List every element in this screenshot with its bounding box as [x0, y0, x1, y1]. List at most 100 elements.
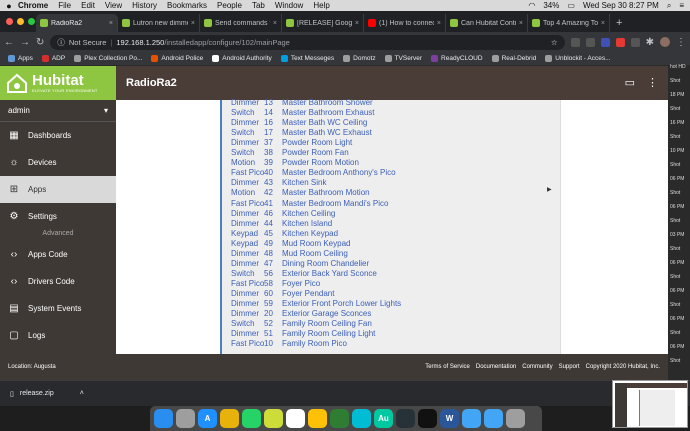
extension-icon[interactable]: [570, 37, 580, 47]
browser-tab[interactable]: Can Hubitat Contro ×: [446, 14, 528, 32]
chrome-icon[interactable]: [220, 409, 239, 428]
device-row[interactable]: Dimmer 37 Powder Room Light: [231, 138, 352, 148]
nav-item-apps-code[interactable]: ‹› Apps Code: [0, 241, 116, 268]
nav-item-dashboards[interactable]: ▦ Dashboards: [0, 122, 116, 149]
device-row[interactable]: Fast Pico 58 Foyer Pico: [231, 279, 320, 289]
menu-tab[interactable]: Tab: [252, 1, 265, 10]
bookmark-item[interactable]: Unblockit - Acces...: [545, 55, 611, 62]
device-row[interactable]: Switch 52 Family Room Ceiling Fan: [231, 319, 372, 329]
device-row[interactable]: Fast Pico 40 Master Bedroom Anthony's Pico: [231, 168, 396, 178]
folder-icon[interactable]: [484, 409, 503, 428]
forward-icon[interactable]: →: [20, 37, 30, 48]
reload-icon[interactable]: ↻: [36, 37, 44, 48]
nav-item-system-events[interactable]: ▤ System Events: [0, 295, 116, 322]
browser-tab[interactable]: (1) How to connect ×: [364, 14, 446, 32]
terminal-icon[interactable]: [418, 409, 437, 428]
star-icon[interactable]: ☆: [551, 38, 558, 47]
browser-tab[interactable]: Lutron new dimmer ×: [118, 14, 200, 32]
extension-icon[interactable]: [615, 37, 625, 47]
close-window-button[interactable]: [6, 18, 13, 25]
whatsapp-icon[interactable]: [242, 409, 261, 428]
notes-icon[interactable]: [330, 409, 349, 428]
device-row[interactable]: Dimmer 59 Exterior Front Porch Lower Light…: [231, 299, 401, 309]
menu-bookmarks[interactable]: Bookmarks: [167, 1, 207, 10]
more-vert-icon[interactable]: ⋮: [647, 76, 658, 89]
menu-edit[interactable]: Edit: [81, 1, 95, 10]
browser-tab[interactable]: [RELEASE] Google ×: [282, 14, 364, 32]
kebab-menu-icon[interactable]: ⋮: [676, 37, 686, 48]
close-tab-icon[interactable]: ×: [601, 20, 605, 27]
close-tab-icon[interactable]: ×: [273, 20, 277, 27]
bookmark-item[interactable]: ReadyCLOUD: [431, 55, 483, 62]
address-bar[interactable]: ⓘ Not Secure | 192.168.1.250/installedap…: [50, 34, 565, 50]
device-row[interactable]: Keypad 45 Kitchen Keypad: [231, 229, 338, 239]
extension-icon[interactable]: [600, 37, 610, 47]
app-icon[interactable]: [264, 409, 283, 428]
hub-selector[interactable]: admin ▾: [0, 100, 116, 122]
device-row[interactable]: Dimmer 13 Master Bathroom Shower: [231, 98, 373, 108]
close-tab-icon[interactable]: ×: [355, 20, 359, 27]
menu-help[interactable]: Help: [313, 1, 329, 10]
wifi-icon[interactable]: ◠: [528, 1, 535, 10]
search-icon[interactable]: ⌕: [667, 1, 671, 11]
device-row[interactable]: Dimmer 46 Kitchen Ceiling: [231, 209, 335, 219]
clock[interactable]: Wed Sep 30 8:27 PM: [583, 1, 659, 10]
browser-tab[interactable]: Send commands to ×: [200, 14, 282, 32]
device-row[interactable]: Switch 56 Exterior Back Yard Sconce: [231, 269, 377, 279]
menu-icon[interactable]: ≡: [679, 1, 684, 10]
bookmark-item[interactable]: ADP: [41, 55, 65, 62]
info-icon[interactable]: ⓘ: [57, 37, 65, 48]
menu-file[interactable]: File: [58, 1, 71, 10]
device-row[interactable]: Dimmer 16 Master Bath WC Ceiling: [231, 118, 367, 128]
device-row[interactable]: Switch 17 Master Bath WC Exhaust: [231, 128, 372, 138]
browser-tab[interactable]: Top 4 Amazing Too ×: [528, 14, 610, 32]
device-row[interactable]: Dimmer 43 Kitchen Sink: [231, 178, 326, 188]
puzzle-icon[interactable]: ✱: [646, 37, 654, 48]
chevron-up-icon[interactable]: ˄: [80, 390, 84, 397]
device-row[interactable]: Dimmer 51 Family Room Ceiling Light: [231, 329, 375, 339]
close-tab-icon[interactable]: ×: [519, 20, 523, 27]
device-row[interactable]: Dimmer 20 Exterior Garage Sconces: [231, 309, 371, 319]
menu-history[interactable]: History: [132, 1, 157, 10]
screenshot-thumbnail[interactable]: [612, 380, 688, 428]
extension-icon[interactable]: [630, 37, 640, 47]
bookmark-item[interactable]: Android Authority: [212, 55, 272, 62]
device-row[interactable]: Dimmer 44 Kitchen Island: [231, 219, 332, 229]
new-tab-button[interactable]: +: [610, 14, 628, 32]
caret-right-icon[interactable]: ▶: [547, 186, 552, 193]
close-tab-icon[interactable]: ×: [437, 20, 441, 27]
footer-link[interactable]: Community: [522, 364, 552, 370]
close-tab-icon[interactable]: ×: [191, 20, 195, 27]
zoom-window-button[interactable]: [28, 18, 35, 25]
tips-icon[interactable]: [308, 409, 327, 428]
device-row[interactable]: Switch 14 Master Bathroom Exhaust: [231, 108, 374, 118]
trash-icon[interactable]: [506, 409, 525, 428]
menu-view[interactable]: View: [105, 1, 122, 10]
browser-tab[interactable]: RadioRa2 ×: [36, 14, 118, 32]
folder-icon[interactable]: [462, 409, 481, 428]
close-tab-icon[interactable]: ×: [109, 20, 113, 27]
back-icon[interactable]: ←: [4, 37, 14, 48]
bookmark-item[interactable]: Real-Debrid: [491, 55, 536, 62]
profile-avatar[interactable]: [660, 37, 670, 47]
bookmark-item[interactable]: TVServer: [384, 55, 422, 62]
bookmark-item[interactable]: Plex Collection Po...: [74, 55, 142, 62]
appstore-icon[interactable]: A: [198, 409, 217, 428]
hubitat-logo[interactable]: Hubitat ELEVATE YOUR ENVIRONMENT: [0, 66, 116, 100]
menu-window[interactable]: Window: [275, 1, 303, 10]
minimize-window-button[interactable]: [17, 18, 24, 25]
extension-icon[interactable]: [585, 37, 595, 47]
calendar-icon[interactable]: [286, 409, 305, 428]
menu-chrome[interactable]: Chrome: [18, 1, 48, 10]
footer-link[interactable]: Support: [559, 364, 580, 370]
device-row[interactable]: Motion 39 Powder Room Motion: [231, 158, 359, 168]
finder-icon[interactable]: [154, 409, 173, 428]
app-icon[interactable]: [396, 409, 415, 428]
footer-link[interactable]: Terms of Service: [425, 364, 470, 370]
nav-item-devices[interactable]: ☼ Devices: [0, 149, 116, 176]
device-row[interactable]: Dimmer 60 Foyer Pendant: [231, 289, 334, 299]
nav-item-settings[interactable]: ⚙ Settings: [0, 203, 116, 230]
device-row[interactable]: Switch 38 Powder Room Fan: [231, 148, 349, 158]
bookmark-item[interactable]: Domotz: [343, 55, 376, 62]
app-icon[interactable]: [352, 409, 371, 428]
